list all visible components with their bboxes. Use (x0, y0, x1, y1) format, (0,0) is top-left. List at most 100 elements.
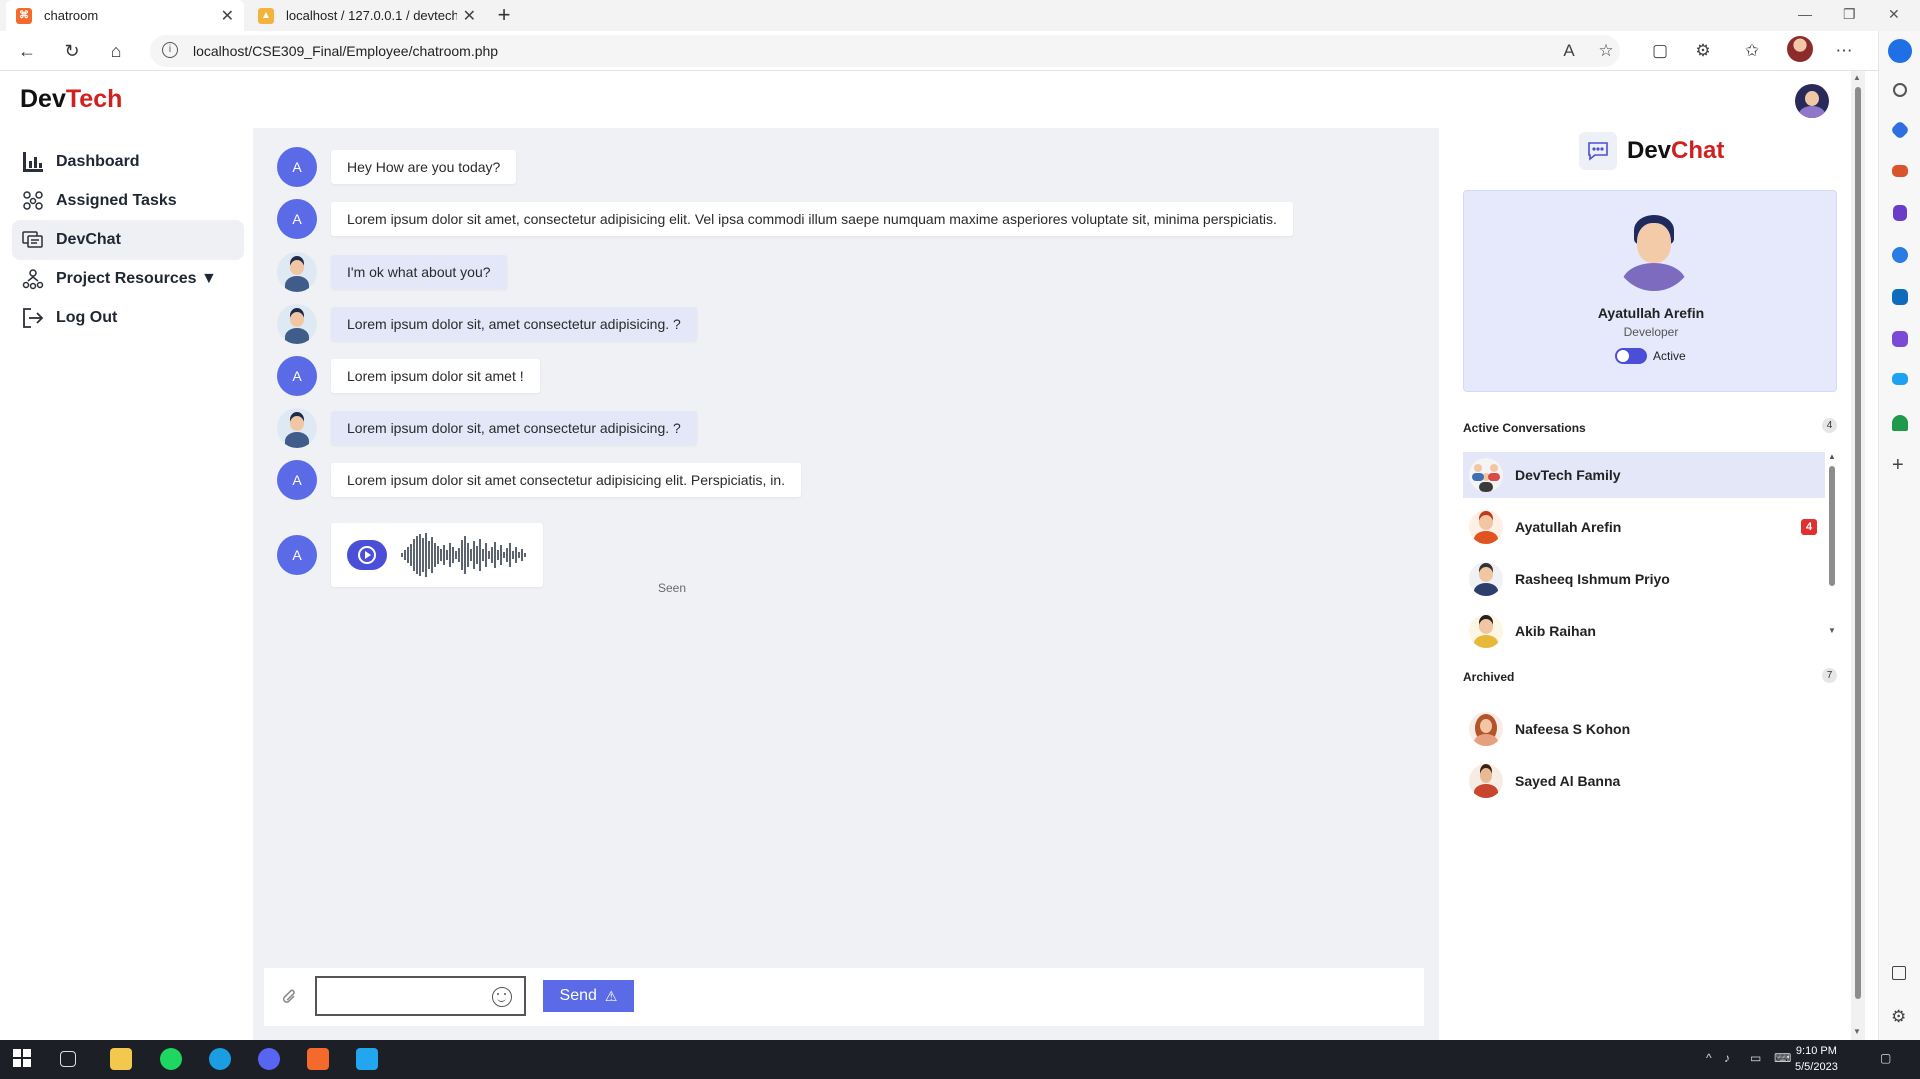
browser-profile-avatar[interactable] (1787, 36, 1813, 62)
contact-avatar (1469, 764, 1503, 798)
sidebar-item-assigned-tasks[interactable]: Assigned Tasks (12, 181, 244, 221)
devchat-title: DevChat (1627, 137, 1724, 165)
windows-taskbar: ^ ♪ ▭ ⌨ 9:10 PM 5/5/2023 ▢ (0, 1040, 1920, 1079)
new-tab-button[interactable]: + (492, 4, 516, 28)
conversation-item[interactable]: Ayatullah Arefin 4 (1463, 504, 1825, 550)
waveform[interactable] (401, 531, 527, 579)
sidebar-item-dashboard[interactable]: Dashboard (12, 142, 244, 182)
close-icon[interactable]: ✕ (221, 6, 234, 26)
user-avatar[interactable] (1795, 84, 1829, 118)
home-icon[interactable]: ⌂ (104, 39, 128, 63)
url-field[interactable]: i localhost/CSE309_Final/Employee/chatro… (150, 35, 1620, 67)
status-toggle[interactable]: Active (1615, 348, 1686, 364)
network-icon[interactable]: ▭ (1750, 1051, 1761, 1065)
message-composer: Send ⚠ (264, 968, 1424, 1026)
more-icon[interactable]: ⋯ (1832, 39, 1856, 63)
window-close-icon[interactable]: ✕ (1888, 6, 1900, 23)
message-bubble: Lorem ipsum dolor sit amet consectetur a… (331, 463, 802, 497)
xampp-icon: ⌘ (16, 7, 32, 24)
refresh-icon[interactable]: ↻ (60, 39, 84, 63)
xampp-taskbar-icon[interactable] (307, 1048, 329, 1070)
conversation-item[interactable]: Rasheeq Ishmum Priyo (1463, 556, 1825, 602)
title-prefix: Dev (1627, 137, 1672, 164)
read-aloud-icon[interactable]: A (1557, 39, 1581, 63)
page-scrollbar[interactable]: ▲ ▼ (1851, 71, 1865, 1040)
sidebar-item-logout[interactable]: Log Out (12, 298, 244, 338)
scroll-thumb[interactable] (1855, 87, 1861, 999)
emoji-icon[interactable] (492, 987, 512, 1007)
info-icon[interactable]: i (162, 42, 178, 58)
telegram-icon[interactable] (1892, 373, 1908, 385)
vscode-icon[interactable] (356, 1048, 378, 1070)
close-icon[interactable]: ✕ (463, 6, 476, 26)
tab-chatroom[interactable]: ⌘ chatroom ✕ (6, 0, 244, 31)
outlook-icon[interactable] (1892, 289, 1908, 305)
profile-name: Ayatullah Arefin (1597, 305, 1705, 321)
office-icon[interactable] (1892, 247, 1908, 263)
conversation-scrollbar[interactable]: ▲ ▼ (1827, 450, 1837, 638)
resources-icon (20, 266, 46, 292)
devchat-panel: DevChat Ayatullah Arefin Developer Activ… (1439, 128, 1851, 1040)
archived-heading: Archived (1463, 670, 1515, 684)
shopping-icon[interactable] (1890, 120, 1910, 140)
split-screen-icon[interactable]: ▢ (1648, 39, 1672, 63)
toggle-switch[interactable] (1615, 348, 1647, 364)
task-view-icon[interactable] (60, 1051, 76, 1067)
notification-icon[interactable]: ▢ (1880, 1051, 1891, 1065)
avatar-face (1805, 91, 1819, 106)
discord-icon[interactable] (258, 1048, 280, 1070)
sidebar-toggle-icon[interactable] (1892, 966, 1906, 980)
bing-icon[interactable] (1888, 39, 1912, 63)
tray-chevron-icon[interactable]: ^ (1706, 1051, 1712, 1065)
conversation-name: DevTech Family (1515, 467, 1621, 483)
chat-message: Lorem ipsum dolor sit, amet consectetur … (277, 304, 697, 344)
restore-icon[interactable]: ❐ (1843, 6, 1856, 23)
tasks-icon (20, 188, 46, 214)
sidebar-item-project-resources[interactable]: Project Resources ▼ (12, 259, 244, 299)
send-button[interactable]: Send ⚠ (543, 980, 634, 1012)
archived-item[interactable]: Nafeesa S Kohon (1463, 703, 1825, 755)
archived-item[interactable]: Sayed Al Banna (1463, 755, 1825, 807)
tree-icon[interactable] (1892, 415, 1908, 431)
favorite-add-icon[interactable]: ☆ (1594, 39, 1618, 63)
conversation-item[interactable]: Akib Raihan (1463, 608, 1825, 652)
windows-start-icon[interactable] (12, 1048, 34, 1070)
add-icon[interactable]: + (1892, 455, 1912, 475)
extensions-icon[interactable]: ⚙ (1691, 39, 1715, 63)
sidebar-item-label: DevChat (56, 231, 121, 248)
contact-avatar (1469, 614, 1503, 648)
tools-icon[interactable] (1892, 165, 1908, 177)
back-icon[interactable]: ← (15, 39, 39, 63)
taskbar-clock[interactable]: 9:10 PM 5/5/2023 (1795, 1043, 1838, 1075)
volume-icon[interactable]: ♪ (1724, 1051, 1730, 1065)
edge-icon[interactable] (209, 1048, 231, 1070)
designer-icon[interactable] (1892, 331, 1908, 347)
file-explorer-icon[interactable] (110, 1048, 132, 1070)
clock-time: 9:10 PM (1795, 1045, 1837, 1057)
sidebar-item-devchat[interactable]: DevChat (12, 220, 244, 260)
self-avatar (277, 408, 317, 448)
browser-tabbar: ⌘ chatroom ✕ ▲ localhost / 127.0.0.1 / d… (0, 0, 1920, 31)
chat-message: I'm ok what about you? (277, 252, 507, 292)
brand-logo[interactable]: DevTech (20, 85, 122, 114)
tab-title: localhost / 127.0.0.1 / devtech / t (286, 8, 457, 23)
sender-avatar: A (277, 356, 317, 396)
devchat-header: DevChat (1579, 132, 1724, 170)
minimize-icon[interactable]: — (1798, 6, 1812, 22)
search-icon[interactable] (1893, 83, 1907, 97)
message-bubble: Lorem ipsum dolor sit, amet consectetur … (331, 307, 697, 341)
unread-badge: 4 (1801, 519, 1817, 535)
favorites-icon[interactable]: ✩ (1740, 39, 1764, 63)
tab-phpmyadmin[interactable]: ▲ localhost / 127.0.0.1 / devtech / t ✕ (248, 0, 486, 31)
logout-icon (20, 305, 46, 331)
settings-icon[interactable]: ⚙ (1891, 1007, 1911, 1027)
spotify-icon[interactable] (160, 1048, 182, 1070)
attachment-icon[interactable] (282, 988, 300, 1006)
title-accent: Chat (1671, 137, 1725, 164)
games-icon[interactable] (1893, 205, 1907, 221)
play-button[interactable] (347, 540, 387, 570)
conversation-item[interactable]: DevTech Family (1463, 452, 1825, 498)
keyboard-icon[interactable]: ⌨ (1774, 1051, 1791, 1065)
clock-date: 5/5/2023 (1795, 1061, 1838, 1073)
sender-avatar: A (277, 199, 317, 239)
